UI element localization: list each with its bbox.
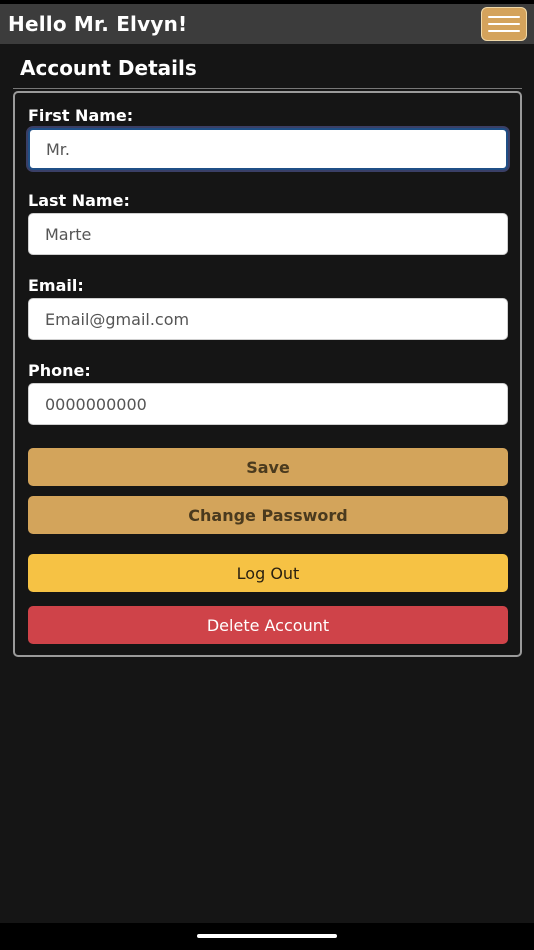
phone-label: Phone: bbox=[28, 361, 91, 380]
change-password-button[interactable]: Change Password bbox=[28, 496, 508, 534]
divider bbox=[13, 88, 522, 89]
log-out-button[interactable]: Log Out bbox=[28, 554, 508, 592]
hamburger-menu-icon bbox=[488, 30, 520, 32]
last-name-label: Last Name: bbox=[28, 191, 130, 210]
delete-account-button[interactable]: Delete Account bbox=[28, 606, 508, 644]
home-indicator[interactable] bbox=[197, 934, 337, 938]
email-label: Email: bbox=[28, 276, 84, 295]
first-name-input[interactable] bbox=[28, 128, 508, 170]
first-name-label: First Name: bbox=[28, 106, 134, 125]
app-header: Hello Mr. Elvyn! bbox=[0, 4, 534, 44]
save-button[interactable]: Save bbox=[28, 448, 508, 486]
phone-input[interactable] bbox=[28, 383, 508, 425]
email-input[interactable] bbox=[28, 298, 508, 340]
page-title: Account Details bbox=[20, 56, 197, 80]
greeting-text: Hello Mr. Elvyn! bbox=[8, 12, 188, 36]
last-name-input[interactable] bbox=[28, 213, 508, 255]
hamburger-menu-icon bbox=[488, 23, 520, 25]
hamburger-menu-icon bbox=[488, 16, 520, 18]
menu-button[interactable] bbox=[481, 7, 527, 41]
